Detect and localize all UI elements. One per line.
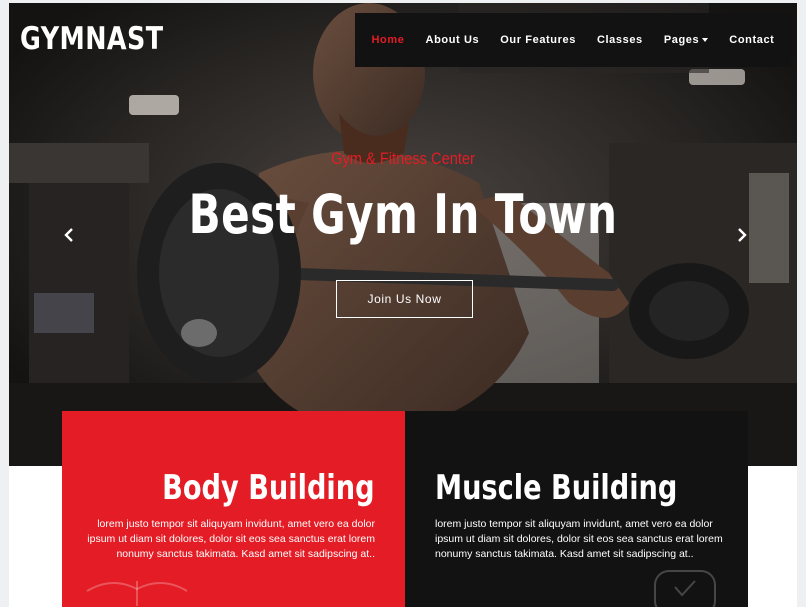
feature-text: lorem justo tempor sit aliquyam invidunt…	[87, 518, 375, 560]
feature-title: Body Building	[162, 468, 375, 508]
nav-item-pages-label: Pages	[663, 34, 700, 46]
main-navbar: Home About Us Our Features Classes Pages…	[355, 13, 791, 67]
hero-title: Best Gym In Town	[188, 183, 618, 246]
feature-card-muscle-building: Muscle Building lorem justo tempor sit a…	[405, 411, 748, 607]
nav-item-about-us[interactable]: About Us	[426, 34, 480, 46]
carousel-next-button[interactable]	[732, 225, 752, 245]
nav-item-home[interactable]: Home	[372, 34, 405, 46]
feature-card-body-building: Body Building lorem justo tempor sit ali…	[62, 411, 405, 607]
brand-logo[interactable]: GYMNAST	[20, 21, 163, 57]
join-us-button[interactable]: Join Us Now	[336, 280, 473, 318]
feature-title: Muscle Building	[435, 468, 678, 508]
chevron-right-icon	[738, 228, 747, 242]
carousel-prev-button[interactable]	[59, 225, 79, 245]
chevron-left-icon	[64, 228, 73, 242]
caret-down-icon	[702, 38, 709, 43]
nav-item-classes[interactable]: Classes	[597, 34, 643, 46]
hero-carousel: GYMNAST Home About Us Our Features Class…	[9, 3, 797, 466]
nav-item-contact[interactable]: Contact	[729, 34, 774, 46]
nav-item-our-features[interactable]: Our Features	[500, 34, 576, 46]
kettlebell-icon	[654, 570, 716, 607]
nav-item-pages-dropdown[interactable]: Pages	[663, 34, 709, 46]
dumbbell-icon	[86, 581, 188, 606]
feature-cards: Body Building lorem justo tempor sit ali…	[62, 411, 748, 607]
hero-subtitle: Gym & Fitness Center	[331, 149, 475, 168]
feature-text: lorem justo tempor sit aliquyam invidunt…	[435, 518, 723, 560]
page: GYMNAST Home About Us Our Features Class…	[9, 3, 797, 607]
